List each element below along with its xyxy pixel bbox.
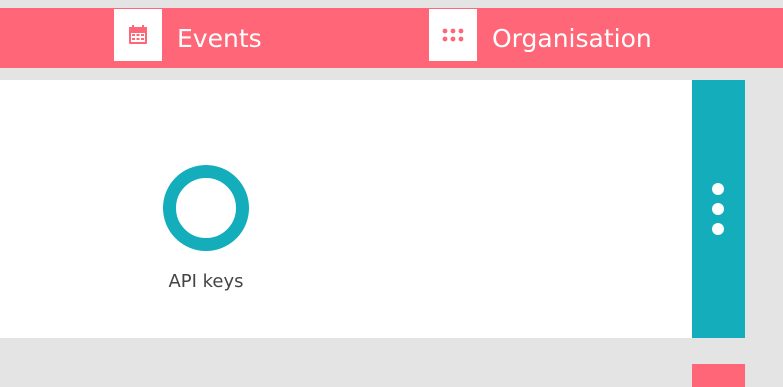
nav-item-organisation[interactable]: Organisation — [429, 9, 652, 61]
calendar-icon — [114, 9, 162, 61]
top-navigation-bar: Events Organisation — [0, 8, 783, 68]
next-card-menu-edge — [692, 364, 745, 387]
menu-dot — [712, 223, 724, 235]
nav-item-events-label: Events — [177, 23, 262, 53]
grid-dots-icon — [429, 9, 477, 61]
app-label-api-keys[interactable]: API keys — [148, 271, 264, 292]
menu-dot — [712, 183, 724, 195]
nav-item-events[interactable]: Events — [114, 9, 262, 61]
card-menu-button[interactable] — [692, 80, 745, 338]
ring-icon[interactable] — [163, 165, 249, 251]
nav-item-organisation-label: Organisation — [492, 23, 652, 53]
menu-dot — [712, 203, 724, 215]
app-card: API keys — [0, 80, 745, 338]
